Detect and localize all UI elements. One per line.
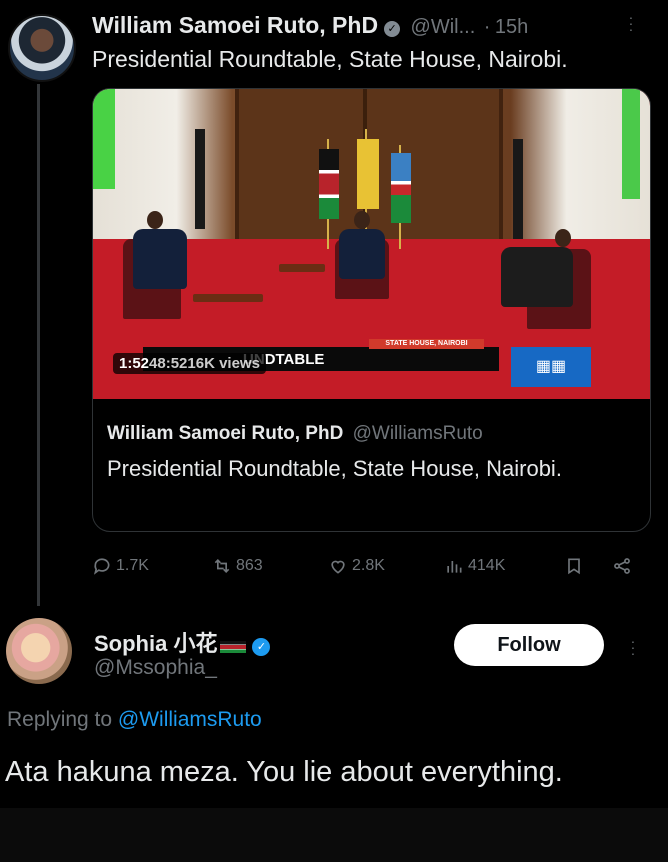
reply-author-avatar[interactable] xyxy=(6,618,72,684)
guest-head xyxy=(555,229,571,247)
replying-handle-link[interactable]: @WilliamsRuto xyxy=(118,708,262,731)
flag-left-icon xyxy=(195,129,205,229)
view-count: 414K xyxy=(468,557,506,574)
reply-header: Sophia 小花 ✓ xyxy=(94,626,271,658)
quoted-author-name: William Samoei Ruto, PhD xyxy=(107,423,344,444)
retweet-count: 863 xyxy=(236,557,263,574)
eac-flag-icon xyxy=(391,153,411,223)
coffee-table xyxy=(279,264,325,272)
video-duration: 1:52 xyxy=(119,355,150,372)
flag-right-icon xyxy=(513,139,523,239)
kenya-flag-icon xyxy=(220,640,247,653)
quoted-author-handle: @WilliamsRuto xyxy=(352,423,483,444)
reply-text: Ata hakuna meza. You lie about everythin… xyxy=(5,756,563,788)
verified-badge-icon: ✓ xyxy=(252,637,271,656)
author-avatar[interactable] xyxy=(8,14,76,82)
share-button[interactable] xyxy=(612,556,632,576)
quoted-tweet-card[interactable]: STATE HOUSE, NAIROBI UNDTABLE ▦▦ 1:5248:… xyxy=(92,88,651,532)
replying-prefix: Replying to xyxy=(7,708,113,731)
tweet-actions: 1.7K 863 2.8K 414K xyxy=(92,556,652,578)
quoted-header: William Samoei Ruto, PhD @WilliamsRuto xyxy=(107,423,483,445)
side-table-left xyxy=(193,294,263,302)
retweet-button[interactable]: 863 xyxy=(212,556,263,576)
tweet-time[interactable]: 15h xyxy=(495,16,528,38)
more-options-icon[interactable]: · · · xyxy=(626,10,636,36)
banner-location-tag: STATE HOUSE, NAIROBI xyxy=(369,339,484,349)
separator: · xyxy=(483,16,491,38)
president-figure xyxy=(339,229,385,279)
reply-count: 1.7K xyxy=(116,557,149,574)
like-button[interactable]: 2.8K xyxy=(328,556,385,576)
author-name[interactable]: William Samoei Ruto, PhD xyxy=(92,12,378,38)
reply-icon xyxy=(93,558,110,575)
share-icon xyxy=(614,558,630,574)
reply-button[interactable]: 1.7K xyxy=(92,556,149,576)
author-handle[interactable]: @Wil... xyxy=(411,16,476,38)
views-button[interactable]: 414K xyxy=(444,556,505,576)
broadcaster-logo-icon: ▦▦ xyxy=(511,347,591,387)
tweet-text: Presidential Roundtable, State House, Na… xyxy=(92,46,568,72)
interviewer-head xyxy=(147,211,163,229)
follow-button[interactable]: Follow xyxy=(454,624,604,666)
presidential-flag-icon xyxy=(357,139,379,209)
reply-author-name[interactable]: Sophia 小花 xyxy=(94,631,217,656)
video-time-badge: 1:5248:5216K views xyxy=(113,353,266,374)
video-player[interactable]: STATE HOUSE, NAIROBI UNDTABLE ▦▦ 1:5248:… xyxy=(93,89,650,399)
tweet-header: William Samoei Ruto, PhD ✓ @Wil... · 15h xyxy=(92,12,528,39)
analytics-icon xyxy=(447,561,462,573)
video-green-screen-right xyxy=(622,89,640,199)
thread-line xyxy=(37,84,40,606)
bottom-bar xyxy=(0,808,668,862)
video-green-screen-left xyxy=(93,89,115,189)
like-count: 2.8K xyxy=(352,557,385,574)
heart-icon xyxy=(331,560,345,574)
reply-more-options-icon[interactable]: · · · xyxy=(628,634,638,660)
quoted-text: Presidential Roundtable, State House, Na… xyxy=(107,456,562,481)
bookmark-button[interactable] xyxy=(564,556,584,576)
guest-figure xyxy=(501,247,573,307)
video-views-overlay: 48:5216K views xyxy=(149,355,260,372)
retweet-icon xyxy=(214,558,230,574)
verified-badge-icon: ✓ xyxy=(384,20,401,37)
kenya-flag-icon xyxy=(319,149,339,219)
reply-author-handle[interactable]: @Mssophia_ xyxy=(94,656,217,680)
interviewer-figure xyxy=(133,229,187,289)
replying-to: Replying to @WilliamsRuto xyxy=(7,708,262,732)
president-head xyxy=(354,211,370,229)
bookmark-icon xyxy=(568,558,580,575)
